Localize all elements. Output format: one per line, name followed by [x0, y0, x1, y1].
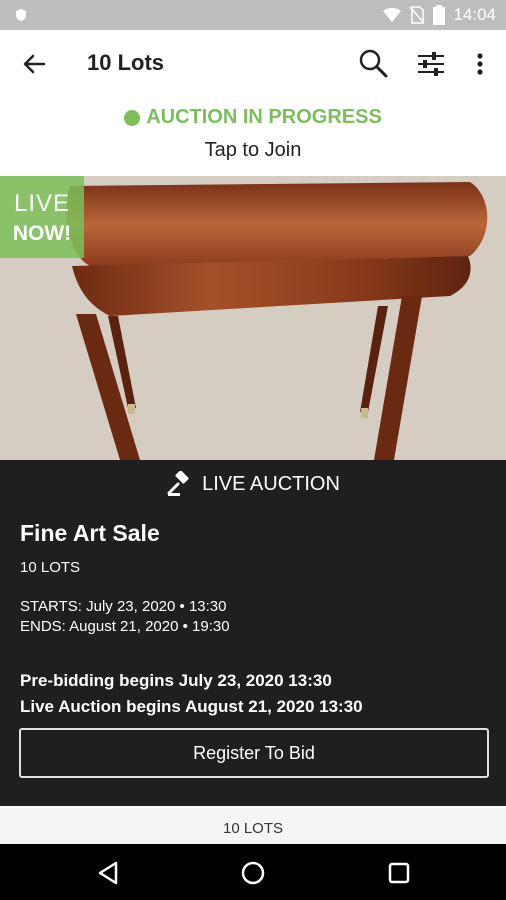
- live-badge-line1: LIVE: [13, 190, 71, 217]
- auction-details-panel: LIVE AUCTION Fine Art Sale 10 LOTS START…: [0, 460, 506, 806]
- page-title: 10 Lots: [87, 50, 165, 75]
- live-badge-line2: NOW!: [12, 222, 72, 245]
- lot-count: 10 LOTS: [20, 559, 81, 576]
- nav-home-icon[interactable]: [238, 858, 268, 888]
- tap-to-join-link[interactable]: Tap to Join: [0, 139, 506, 162]
- auction-type-label: LIVE AUCTION: [202, 472, 340, 495]
- no-sim-icon: [409, 6, 426, 24]
- sale-title: Fine Art Sale: [20, 520, 160, 546]
- auction-progress-indicator: AUCTION IN PROGRESS: [124, 106, 382, 129]
- status-bar: 14:04: [0, 0, 506, 30]
- more-vert-icon[interactable]: [466, 47, 494, 81]
- wifi-icon: [383, 8, 402, 22]
- live-begins-info: Live Auction begins August 21, 2020 13:3…: [20, 697, 363, 716]
- live-dot-icon: [124, 109, 141, 126]
- auction-progress-label: AUCTION IN PROGRESS: [146, 106, 382, 128]
- battery-icon: [433, 5, 446, 25]
- system-nav-bar: [0, 844, 506, 900]
- clock: 14:04: [453, 5, 496, 24]
- auction-status-banner[interactable]: AUCTION IN PROGRESS Tap to Join: [0, 106, 506, 162]
- start-date: STARTS: July 23, 2020 • 13:30: [20, 598, 227, 615]
- arrow-left-icon[interactable]: [18, 48, 50, 80]
- auction-type: LIVE AUCTION: [0, 466, 506, 502]
- shield-icon: [16, 9, 26, 21]
- sliders-icon[interactable]: [414, 47, 448, 81]
- live-now-badge: LIVE NOW!: [0, 176, 84, 258]
- nav-recents-icon[interactable]: [384, 858, 414, 888]
- prebid-info: Pre-bidding begins July 23, 2020 13:30: [20, 671, 332, 690]
- end-date: ENDS: August 21, 2020 • 19:30: [20, 618, 230, 635]
- lots-header[interactable]: 10 LOTS: [0, 808, 506, 844]
- nav-back-icon[interactable]: [94, 858, 124, 888]
- gavel-icon: [167, 471, 189, 496]
- register-to-bid-button[interactable]: Register To Bid: [19, 728, 489, 778]
- search-icon[interactable]: [356, 46, 390, 80]
- app-bar: 10 Lots: [0, 30, 506, 96]
